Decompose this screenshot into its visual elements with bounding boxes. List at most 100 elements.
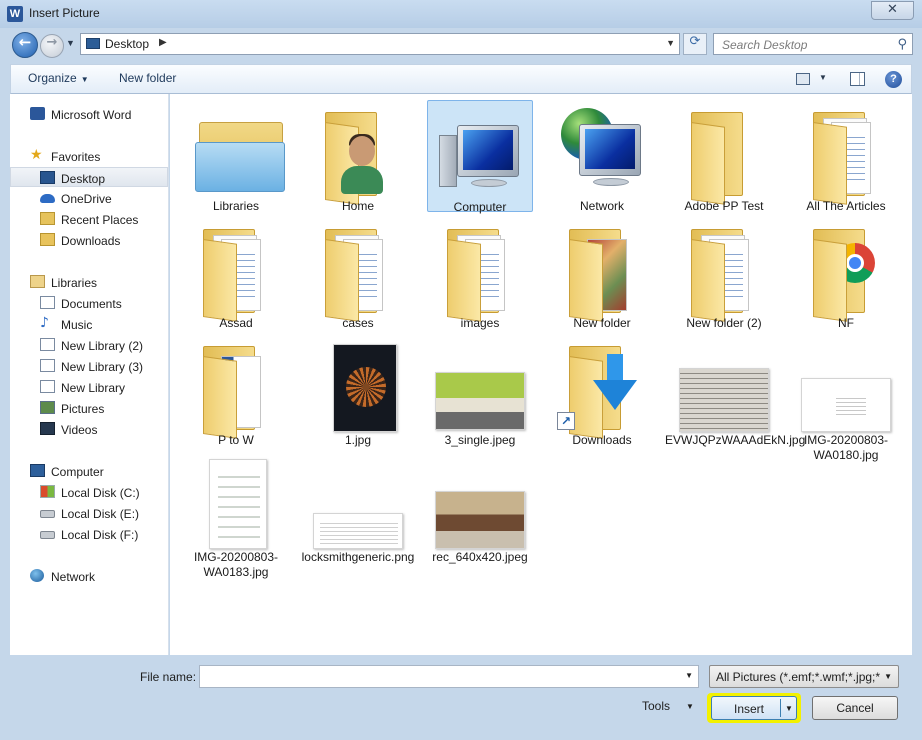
disk-icon [40,510,55,518]
videos-icon [40,422,55,435]
nav-local-disk-e[interactable]: Local Disk (E:) [10,503,168,523]
nav-desktop[interactable]: Desktop [10,167,168,187]
nav-music[interactable]: ♪ Music [10,314,168,334]
file-item-assad[interactable]: Assad [183,217,289,330]
folder-icon [679,223,769,322]
cancel-button[interactable]: Cancel [812,696,898,720]
word-app-icon: W [7,6,23,22]
address-bar[interactable]: Desktop ▶ ▼ [80,33,680,55]
nav-network[interactable]: Network [10,566,168,586]
folder-icon [679,106,769,205]
nav-recent-places[interactable]: Recent Places [10,209,168,229]
insert-button[interactable]: Insert ▼ [711,696,797,720]
new-folder-button[interactable]: New folder [119,71,176,85]
nav-new-library-2[interactable]: New Library (2) [10,335,168,355]
change-view-icon[interactable] [796,73,810,85]
nav-pictures[interactable]: Pictures [10,398,168,418]
tools-dropdown-icon[interactable]: ▼ [686,702,694,711]
file-item-evwjqpzwaaadekn-jpg[interactable]: EVWJQPzWAAAdEkN.jpg [665,334,805,447]
folder-icon [557,223,647,322]
nav-local-disk-f[interactable]: Local Disk (F:) [10,524,168,544]
file-type-filter[interactable]: All Pictures (*.emf;*.wmf;*.jpg;* ▼ [709,665,899,688]
file-item-3-single-jpeg[interactable]: 3_single.jpeg [427,334,533,447]
image-thumbnail [801,340,891,432]
file-name-input[interactable]: ▼ [199,665,699,688]
back-button[interactable]: ← [12,32,38,58]
desktop-icon [40,171,55,184]
file-item-rec-640x420-jpeg[interactable]: rec_640x420.jpeg [427,451,533,564]
organize-button[interactable]: Organize ▼ [28,71,89,85]
music-icon: ♪ [40,315,49,331]
file-item-img-20200803-wa0183-jpg[interactable]: IMG-20200803-WA0183.jpg [183,451,289,579]
library-icon [40,359,55,372]
folder-icon [313,223,403,322]
file-item-cases[interactable]: cases [305,217,411,330]
address-location[interactable]: Desktop [105,37,149,51]
desktop-location-icon [86,38,100,49]
nav-new-library-3[interactable]: New Library (3) [10,356,168,376]
file-item-p-to-w[interactable]: P to W [183,334,289,447]
nav-new-library[interactable]: New Library [10,377,168,397]
file-list: Libraries Home Computer Network Adobe PP… [170,94,912,655]
preview-pane-icon[interactable] [850,72,865,86]
file-item-downloads[interactable]: ↗ Downloads [549,334,655,447]
nav-computer[interactable]: Computer [10,461,168,481]
file-item-images[interactable]: images [427,217,533,330]
image-thumbnail [435,340,525,432]
recent-locations-dropdown[interactable]: ▼ [66,38,75,48]
insert-label: Insert [734,702,765,716]
insert-options-dropdown-icon[interactable]: ▼ [785,704,793,713]
nav-libraries[interactable]: Libraries [10,272,168,292]
image-thumbnail [313,340,403,432]
documents-icon [40,296,55,309]
address-dropdown-icon[interactable]: ▼ [666,38,675,48]
help-icon[interactable]: ? [885,71,902,88]
onedrive-icon [40,194,55,203]
nav-favorites[interactable]: ★ Favorites [10,146,168,166]
shortcut-arrow-icon: ↗ [557,412,575,430]
tools-button[interactable]: Tools [642,699,670,713]
command-bar: Organize ▼ New folder ▼ ? [10,64,912,94]
downloads-icon [40,233,55,246]
nav-downloads[interactable]: Downloads [10,230,168,250]
file-item-computer[interactable]: Computer [427,100,533,214]
breadcrumb-chevron-icon[interactable]: ▶ [159,37,167,48]
file-item-home[interactable]: Home [305,100,411,213]
file-item-libraries[interactable]: Libraries [183,100,289,213]
nav-documents[interactable]: Documents [10,293,168,313]
nav-local-disk-c[interactable]: Local Disk (C:) [10,482,168,502]
library-icon [40,338,55,351]
search-icon[interactable]: ⚲ [897,37,907,52]
file-item-nf[interactable]: NF [793,217,899,330]
file-item-img-20200803-wa0180-jpg[interactable]: IMG-20200803-WA0180.jpg [793,334,899,462]
image-thumbnail [679,340,769,432]
file-item-adobe-pp-test[interactable]: Adobe PP Test [671,100,777,213]
windows-disk-icon [40,485,55,498]
nav-videos[interactable]: Videos [10,419,168,439]
views-dropdown-icon[interactable]: ▼ [819,73,827,82]
pictures-icon [40,401,55,414]
folder-icon [435,223,525,322]
search-placeholder: Search Desktop [722,38,808,52]
close-button[interactable]: ✕ [871,1,914,20]
forward-button[interactable]: → [40,34,64,58]
recent-places-icon [40,212,55,225]
nav-microsoft-word[interactable]: Microsoft Word [10,104,168,124]
libraries-icon [30,275,45,288]
network-icon [30,569,44,582]
file-name-dropdown-icon[interactable]: ▼ [685,671,693,680]
search-input[interactable]: Search Desktop ⚲ [713,33,913,55]
folder-icon [801,106,891,205]
nav-onedrive[interactable]: OneDrive [10,188,168,208]
libraries-folder-icon [191,106,285,198]
file-type-filter-value: All Pictures (*.emf;*.wmf;*.jpg;* [716,670,880,684]
file-item-locksmithgeneric-png[interactable]: locksmithgeneric.png [302,451,414,564]
file-item-new-folder[interactable]: New folder [549,217,655,330]
computer-icon [435,107,525,199]
file-item-all-the-articles[interactable]: All The Articles [793,100,899,213]
split-divider [780,699,781,717]
file-item-network[interactable]: Network [549,100,655,213]
file-item-1-jpg[interactable]: 1.jpg [305,334,411,447]
refresh-button[interactable]: ⟳ [683,33,707,55]
file-item-new-folder-2[interactable]: New folder (2) [671,217,777,330]
